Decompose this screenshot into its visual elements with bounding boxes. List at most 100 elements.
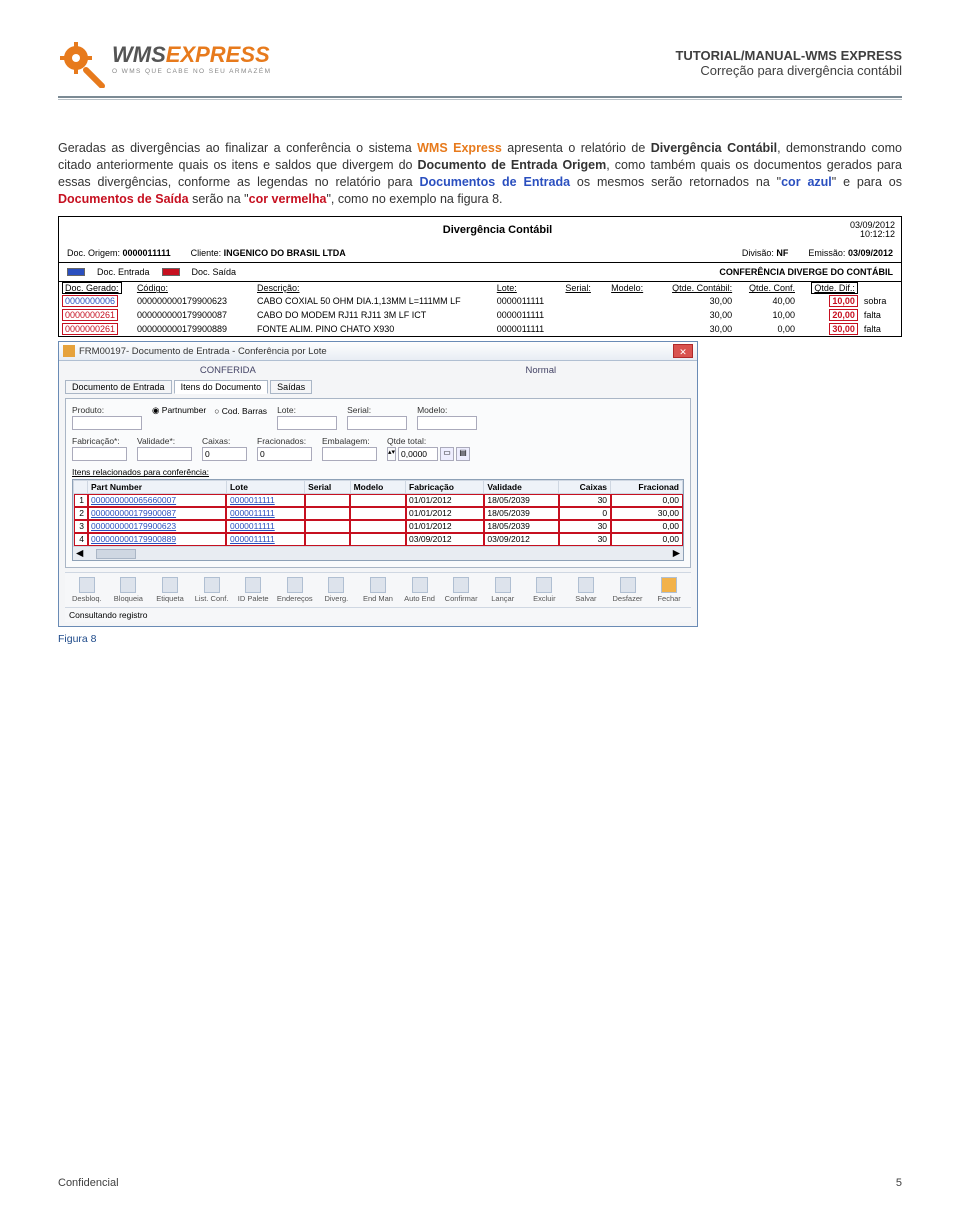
produto-input[interactable] (72, 416, 142, 430)
report-table: Doc. Gerado: Código: Descrição: Lote: Se… (59, 282, 901, 336)
tab-itens-do-documento[interactable]: Itens do Documento (174, 380, 269, 394)
grid-col-header[interactable]: Fracionad (611, 481, 683, 494)
logo-wms-text: WMS (112, 42, 166, 68)
tab-documento-de-entrada[interactable]: Documento de Entrada (65, 380, 172, 394)
grid-row[interactable]: 2000000000179900087000001111101/01/20121… (74, 507, 683, 520)
figure-caption: Figura 8 (58, 633, 902, 645)
fechar-icon (661, 577, 677, 593)
toolbar: Desbloq.BloqueiaEtiquetaList. Conf.ID Pa… (65, 572, 691, 608)
legend-saida-label: Doc. Saída (192, 267, 237, 277)
page-header: WMS EXPRESS O WMS QUE CABE NO SEU ARMAZÉ… (58, 40, 902, 88)
header-divider-1 (58, 96, 902, 98)
tab-pane-itens: Produto: ◉ Partnumber ○ Cod. Barras Lote… (65, 398, 691, 568)
salvar-icon (578, 577, 594, 593)
logo-express-text: EXPRESS (166, 42, 270, 68)
confirmar-icon (453, 577, 469, 593)
toolbtn-end-man[interactable]: End Man (358, 577, 398, 603)
footer-page-number: 5 (896, 1177, 902, 1189)
bloqueia-icon (120, 577, 136, 593)
tabs: Documento de EntradaItens do DocumentoSa… (65, 380, 691, 394)
legend-saida-color (162, 268, 180, 276)
stepper-icon[interactable]: ▴▾ (387, 447, 396, 461)
grid-col-header[interactable]: Fabricação (406, 481, 484, 494)
itens-grid[interactable]: Part NumberLoteSerialModeloFabricaçãoVal… (72, 479, 684, 561)
diverg.-icon (328, 577, 344, 593)
id palete-icon (245, 577, 261, 593)
divergencia-report: Divergência Contábil 03/09/2012 10:12:12… (58, 216, 902, 338)
modelo-input[interactable] (417, 416, 477, 430)
embalagem-input[interactable] (322, 447, 377, 461)
grid-col-header[interactable] (74, 481, 88, 494)
toolbtn-diverg-[interactable]: Diverg. (317, 577, 357, 603)
radio-codbarras[interactable]: ○ Cod. Barras (214, 406, 267, 416)
grid-section-title: Itens relacionados para conferência: (72, 467, 684, 477)
grid-col-header[interactable]: Validade (484, 481, 559, 494)
toolbtn-list-conf-[interactable]: List. Conf. (192, 577, 232, 603)
toolbtn-etiqueta[interactable]: Etiqueta (150, 577, 190, 603)
window-titlebar[interactable]: FRM00197- Documento de Entrada - Conferê… (59, 342, 697, 361)
desfazer-icon (620, 577, 636, 593)
status-conferida: CONFERIDA (200, 365, 256, 376)
lote-input[interactable] (277, 416, 337, 430)
logo-tagline: O WMS QUE CABE NO SEU ARMAZÉM (112, 68, 271, 75)
report-emissao: 03/09/2012 (848, 248, 893, 258)
toolbtn-lançar[interactable]: Lançar (483, 577, 523, 603)
header-title: TUTORIAL/MANUAL-WMS EXPRESS (675, 48, 902, 63)
grid-row[interactable]: 1000000000065660007000001111101/01/20121… (74, 494, 683, 507)
grid-col-header[interactable]: Lote (226, 481, 304, 494)
window-title: FRM00197- Documento de Entrada - Conferê… (79, 346, 673, 357)
gear-icon (58, 40, 106, 88)
toolbtn-desbloq-[interactable]: Desbloq. (67, 577, 107, 603)
auto end-icon (412, 577, 428, 593)
grid-scrollbar[interactable]: ◀▶ (73, 546, 683, 560)
toolbtn-id-palete[interactable]: ID Palete (233, 577, 273, 603)
footer-left: Confidencial (58, 1177, 119, 1189)
end man-icon (370, 577, 386, 593)
serial-input[interactable] (347, 416, 407, 430)
toolbtn-confirmar[interactable]: Confirmar (441, 577, 481, 603)
endereços-icon (287, 577, 303, 593)
logo: WMS EXPRESS O WMS QUE CABE NO SEU ARMAZÉ… (58, 40, 271, 88)
toolbtn-bloqueia[interactable]: Bloqueia (109, 577, 149, 603)
page-footer: Confidencial 5 (58, 1177, 902, 1189)
scroll-left-icon[interactable]: ◀ (73, 548, 86, 559)
report-cliente: INGENICO DO BRASIL LTDA (224, 248, 346, 258)
toolbtn-auto-end[interactable]: Auto End (400, 577, 440, 603)
tab-saídas[interactable]: Saídas (270, 380, 312, 394)
report-conf-diverge: CONFERÊNCIA DIVERGE DO CONTÁBIL (719, 267, 893, 277)
report-row: 0000000261000000000179900087CABO DO MODE… (59, 308, 901, 322)
close-icon[interactable]: ✕ (673, 344, 693, 358)
inline-doc-saida: Documentos de Saída (58, 192, 189, 206)
toolbtn-salvar[interactable]: Salvar (566, 577, 606, 603)
fracionados-input[interactable] (257, 447, 312, 461)
validade-input[interactable] (137, 447, 192, 461)
toolbtn-fechar[interactable]: Fechar (649, 577, 689, 603)
report-row: 0000000006000000000179900623CABO COXIAL … (59, 294, 901, 308)
caixas-input[interactable] (202, 447, 247, 461)
grid-col-header[interactable]: Serial (305, 481, 351, 494)
grid-col-header[interactable]: Modelo (350, 481, 405, 494)
window-icon (63, 345, 75, 357)
scroll-right-icon[interactable]: ▶ (670, 548, 683, 559)
grid-col-header[interactable]: Part Number (88, 481, 227, 494)
radio-partnumber[interactable]: ◉ Partnumber (152, 405, 206, 416)
list. conf.-icon (204, 577, 220, 593)
legend-entrada-color (67, 268, 85, 276)
toolbtn-endereços[interactable]: Endereços (275, 577, 315, 603)
grid-col-header[interactable]: Caixas (559, 481, 611, 494)
excluir-icon (536, 577, 552, 593)
conferencia-window: FRM00197- Documento de Entrada - Conferê… (58, 341, 698, 627)
report-title: Divergência Contábil (145, 224, 850, 236)
toolbtn-excluir[interactable]: Excluir (525, 577, 565, 603)
grid-row[interactable]: 3000000000179900623000001111101/01/20121… (74, 520, 683, 533)
btn-a-icon[interactable]: ▭ (440, 447, 454, 461)
header-subtitle: Correção para divergência contábil (675, 63, 902, 78)
toolbtn-desfazer[interactable]: Desfazer (608, 577, 648, 603)
etiqueta-icon (162, 577, 178, 593)
desbloq.-icon (79, 577, 95, 593)
fabricacao-input[interactable] (72, 447, 127, 461)
btn-b-icon[interactable]: ▤ (456, 447, 470, 461)
lançar-icon (495, 577, 511, 593)
grid-row[interactable]: 4000000000179900889000001111103/09/20120… (74, 533, 683, 546)
qtde-total-input[interactable] (398, 447, 438, 461)
